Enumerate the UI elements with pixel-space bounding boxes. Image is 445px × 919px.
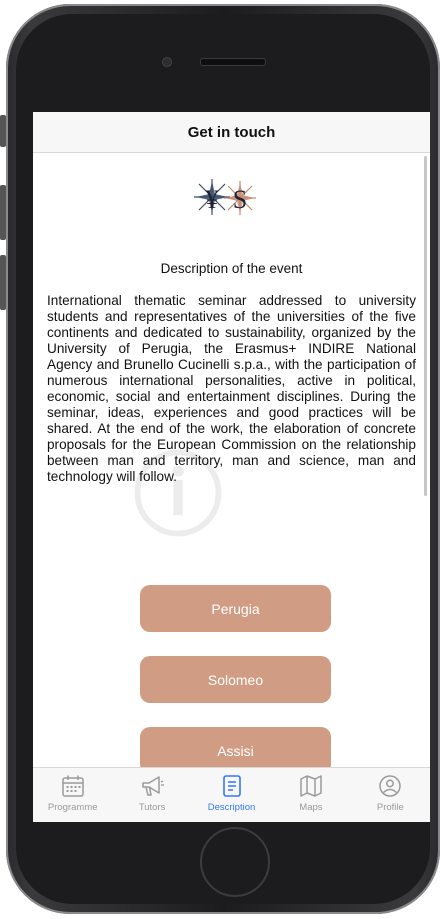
svg-text:S: S [233,185,247,214]
front-camera [162,57,172,67]
tab-label: Profile [376,802,404,813]
description-scroll-view[interactable]: ⓘ ¥ S Description of the event Internati… [33,153,430,767]
person-icon [379,775,402,797]
volume-down-button [0,255,6,310]
solomeo-button[interactable]: Solomeo [140,656,331,703]
mute-switch [0,115,6,147]
calendar-icon [61,775,84,797]
tab-bar: Programme Tutors Description Maps Profil… [33,767,430,822]
description-text: International thematic seminar addressed… [47,293,416,484]
description-heading: Description of the event [160,261,303,276]
page-title: Get in touch [187,123,276,141]
tab-label: Description [207,802,256,813]
app-screen: Get in touch ⓘ ¥ S Description of the ev… [33,112,430,822]
tab-profile[interactable]: Profile [351,768,430,822]
tab-tutors[interactable]: Tutors [112,768,191,822]
tab-label: Tutors [138,802,166,813]
document-icon [222,775,241,797]
tab-description[interactable]: Description [192,768,271,822]
tab-programme[interactable]: Programme [33,768,112,822]
megaphone-icon [142,776,165,796]
assisi-button[interactable]: Assisi [140,727,331,767]
perugia-button[interactable]: Perugia [140,585,331,632]
tab-label: Maps [299,802,323,813]
tab-label: Programme [47,802,98,813]
tab-maps[interactable]: Maps [271,768,350,822]
navigation-bar: Get in touch [33,112,430,153]
map-icon [300,775,322,797]
volume-up-button [0,185,6,240]
earpiece-speaker [200,58,266,66]
svg-text:¥: ¥ [206,185,219,214]
scrollbar[interactable] [424,156,427,496]
home-button[interactable] [200,827,270,897]
star-logo: ¥ S [194,179,256,215]
